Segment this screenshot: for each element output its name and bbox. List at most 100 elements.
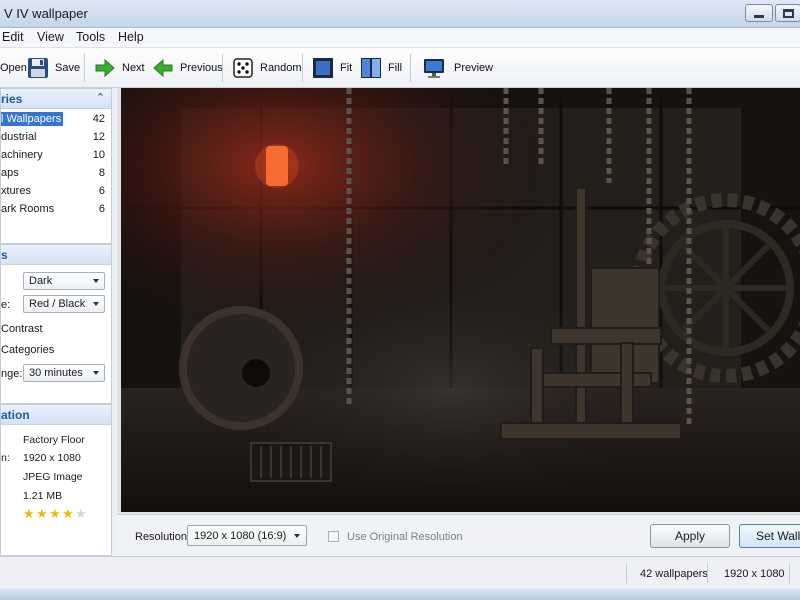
fill-button[interactable]: Fill	[360, 52, 402, 84]
resolution-info-label: n:	[1, 452, 10, 464]
star-filled-icon[interactable]: ★	[62, 506, 74, 522]
color-value: Red / Black	[29, 298, 86, 310]
resolution-label: Resolution:	[135, 531, 191, 543]
category-count: 6	[98, 185, 105, 197]
original-resolution-label: Use Original Resolution	[347, 531, 463, 543]
category-count: 42	[92, 113, 105, 125]
random-button[interactable]: Random	[232, 52, 302, 84]
next-label: Next	[122, 62, 145, 74]
minimize-icon	[754, 14, 764, 18]
options-header[interactable]: s	[1, 245, 111, 265]
next-button[interactable]: Next	[94, 52, 145, 84]
fill-icon	[361, 58, 381, 78]
theme-dropdown[interactable]: Dark	[23, 272, 105, 290]
fit-icon	[313, 58, 333, 78]
toolbar: Open Save Next Previous Random Fit Fill …	[0, 48, 800, 88]
save-button[interactable]: Save	[27, 52, 80, 84]
menu-tools[interactable]: Tools	[76, 30, 105, 44]
bottom-options-bar: Resolution: 1920 x 1080 (16:9) Use Origi…	[117, 514, 800, 556]
category-item-textures[interactable]: xtures 6	[1, 183, 111, 200]
contrast-option[interactable]: Contrast	[1, 323, 43, 335]
minimize-button[interactable]	[745, 4, 773, 22]
categories-section: ries ⌃ l Wallpapers 42 dustrial 12 achin…	[0, 88, 112, 244]
information-header[interactable]: ation	[1, 405, 111, 425]
wallpaper-preview	[121, 88, 800, 512]
fill-label: Fill	[388, 62, 403, 74]
star-filled-icon[interactable]: ★	[36, 506, 48, 522]
dice-icon	[233, 58, 253, 78]
category-item-machinery[interactable]: achinery 10	[1, 147, 111, 164]
previous-label: Previous	[180, 62, 223, 74]
menu-edit[interactable]: Edit	[2, 30, 24, 44]
categories-header[interactable]: ries ⌃	[1, 89, 111, 109]
preview-button[interactable]: Preview	[423, 52, 493, 84]
menu-view[interactable]: View	[37, 30, 64, 44]
color-dropdown[interactable]: Red / Black	[23, 295, 105, 313]
status-separator	[626, 563, 627, 583]
interval-dropdown[interactable]: 30 minutes	[23, 364, 105, 382]
toolbar-separator	[84, 54, 85, 82]
information-title: ation	[1, 408, 30, 422]
wallpaper-image	[121, 88, 800, 512]
previous-button[interactable]: Previous	[152, 52, 223, 84]
floppy-disk-icon	[28, 58, 48, 78]
category-count: 6	[98, 203, 105, 215]
options-section: s Dark e: Red / Black Contrast Categorie…	[0, 244, 112, 404]
category-name: l Wallpapers	[1, 112, 64, 126]
set-wallpaper-label: Set Wallpaper	[756, 529, 800, 543]
resolution-dropdown[interactable]: 1920 x 1080 (16:9)	[187, 525, 307, 546]
information-section: ation Factory Floor n: 1920 x 1080 JPEG …	[0, 404, 112, 556]
open-button[interactable]: Open	[0, 52, 27, 84]
category-item-industrial[interactable]: dustrial 12	[1, 129, 111, 146]
status-wallpaper-count: 42 wallpapers	[640, 568, 708, 580]
category-name: xtures	[1, 185, 31, 197]
chevron-down-icon	[294, 534, 300, 538]
file-size: 1.21 MB	[23, 490, 63, 502]
category-count: 12	[92, 131, 105, 143]
set-wallpaper-button[interactable]: Set Wallpaper	[739, 524, 800, 548]
status-bar: 42 wallpapers 1920 x 1080	[0, 556, 800, 588]
window-bottom-edge	[0, 588, 800, 600]
chevron-down-icon	[93, 302, 99, 306]
menu-help[interactable]: Help	[118, 30, 144, 44]
category-item-dark-rooms[interactable]: ark Rooms 6	[1, 201, 111, 218]
status-separator	[707, 563, 708, 583]
chevron-down-icon	[93, 371, 99, 375]
menu-bar: Edit View Tools Help	[0, 28, 800, 48]
interval-value: 30 minutes	[29, 367, 83, 379]
category-name: dustrial	[1, 131, 37, 143]
star-filled-icon[interactable]: ★	[49, 506, 61, 522]
category-count: 10	[92, 149, 105, 161]
resolution-value: 1920 x 1080 (16:9)	[194, 530, 287, 542]
open-label: Open	[0, 62, 27, 74]
fit-button[interactable]: Fit	[312, 52, 352, 84]
category-count: 8	[98, 167, 105, 179]
file-type: JPEG Image	[23, 471, 83, 483]
category-name: achinery	[1, 149, 43, 161]
monitor-icon	[424, 59, 444, 78]
title-bar: V IV wallpaper	[0, 0, 800, 28]
category-name: ark Rooms	[1, 203, 55, 215]
wallpaper-name: Factory Floor	[23, 434, 85, 446]
arrow-left-icon	[153, 58, 173, 78]
random-label: Random	[260, 62, 302, 74]
categories-option[interactable]: Categories	[1, 344, 54, 356]
arrow-right-icon	[95, 58, 115, 78]
category-item-maps[interactable]: aps 8	[1, 165, 111, 182]
toolbar-separator	[302, 54, 303, 82]
toolbar-separator	[222, 54, 223, 82]
original-resolution-checkbox[interactable]	[328, 531, 339, 542]
star-empty-icon[interactable]: ★	[75, 506, 87, 522]
apply-label: Apply	[674, 529, 706, 543]
collapse-icon[interactable]: ⌃	[96, 91, 105, 104]
star-filled-icon[interactable]: ★	[23, 506, 35, 522]
category-name: aps	[1, 167, 19, 179]
color-label: e:	[1, 299, 11, 311]
toolbar-separator	[410, 54, 411, 82]
rating-stars[interactable]: ★ ★ ★ ★ ★	[23, 506, 103, 522]
status-resolution: 1920 x 1080	[724, 568, 785, 580]
apply-button[interactable]: Apply	[650, 524, 730, 548]
category-item-all-wallpapers[interactable]: l Wallpapers 42	[1, 111, 111, 128]
maximize-button[interactable]	[775, 4, 800, 22]
window-title: V IV wallpaper	[4, 6, 88, 21]
